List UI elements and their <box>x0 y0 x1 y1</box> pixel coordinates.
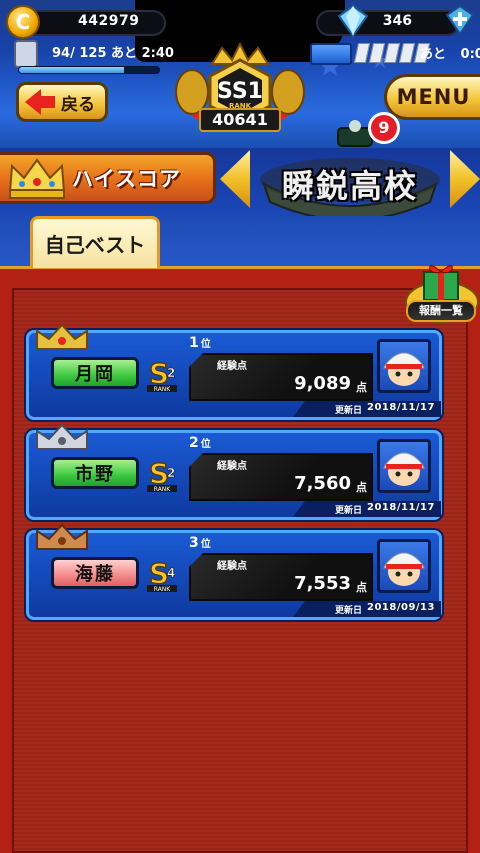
svg-text:4: 4 <box>167 566 175 580</box>
player-avatar-icon <box>383 352 425 386</box>
back-label: 戻る <box>61 94 95 115</box>
score-label: 経験点 <box>217 461 247 472</box>
ticket-timer: 0:00 <box>460 47 480 62</box>
score-value: 9,089 <box>294 373 351 394</box>
avatar[interactable] <box>377 539 431 593</box>
avatar[interactable] <box>377 339 431 393</box>
bronze-crown-icon <box>36 523 88 550</box>
rank-position: 1位 <box>189 335 211 351</box>
ticket-bars <box>353 43 431 63</box>
avatar[interactable] <box>377 439 431 493</box>
score-value: 7,553 <box>294 573 351 594</box>
score-unit: 点 <box>356 481 367 494</box>
score-label: 経験点 <box>217 561 247 572</box>
player-avatar-icon <box>383 452 425 486</box>
score-unit: 点 <box>356 381 367 394</box>
updated-label: 更新日 <box>335 506 363 516</box>
coin-counter: 442979 <box>18 10 166 36</box>
rank-position: 2位 <box>189 435 211 451</box>
reward-list-button[interactable]: 報酬一覧 <box>406 300 476 322</box>
updated-label: 更新日 <box>335 406 363 416</box>
add-gems-icon[interactable] <box>444 4 476 36</box>
silver-crown-icon <box>36 423 88 450</box>
score-value: 7,560 <box>294 473 351 494</box>
crown-icon <box>8 158 66 199</box>
gold-crown-icon <box>36 323 88 350</box>
gem-value: 346 <box>382 13 412 29</box>
player-rank-badge: S 2 RANK <box>147 456 177 493</box>
ticket-icon <box>310 43 352 65</box>
updated-date: 2018/09/13 <box>367 602 435 613</box>
player-name[interactable]: 月岡 <box>51 357 139 389</box>
diamond-icon <box>337 4 369 38</box>
score-box: 経験点 7,560 点 <box>189 453 373 501</box>
stamina-counter: 94/ 125 あと 2:40 <box>14 40 174 68</box>
updated-date: 2018/11/17 <box>367 502 435 513</box>
ticket-counter: あと 0:00 <box>310 40 480 68</box>
ranking-card-3[interactable]: 3位 海藤 S 4 RANK 経験点 7,553 点 更新日 2018/09/1… <box>26 523 442 620</box>
svg-text:RANK: RANK <box>154 486 172 493</box>
stamina-icon <box>14 40 38 68</box>
player-avatar-icon <box>383 552 425 586</box>
svg-text:RANK: RANK <box>154 386 172 393</box>
player-name[interactable]: 市野 <box>51 457 139 489</box>
stamina-bar <box>18 66 160 74</box>
stamina-bar-fill <box>19 67 124 73</box>
updated-date: 2018/11/17 <box>367 402 435 413</box>
rank-grade: SS1 <box>217 79 263 104</box>
school-name-plate: 瞬鋭高校 <box>254 150 446 218</box>
score-label: 経験点 <box>217 361 247 372</box>
menu-button[interactable]: MENU <box>384 74 480 120</box>
stamina-next-label: あと <box>111 46 138 61</box>
svg-text:2: 2 <box>167 466 175 480</box>
stamina-timer: 2:40 <box>141 46 174 61</box>
notification-badge: 9 <box>368 112 400 144</box>
tab-self-best[interactable]: 自己ベスト <box>30 216 160 268</box>
rank-value: 40641 <box>199 108 281 132</box>
school-name: 瞬鋭高校 <box>281 167 418 205</box>
score-unit: 点 <box>356 581 367 594</box>
stamina-text: 94/ 125 あと 2:40 <box>38 42 174 61</box>
ranking-card-1[interactable]: 1位 月岡 S 2 RANK 経験点 9,089 点 更新日 2018/11/1… <box>26 323 442 420</box>
back-arrow-icon <box>25 89 41 115</box>
ticket-next-label: あと <box>420 47 447 62</box>
rank-position: 3位 <box>189 535 211 551</box>
coin-icon: C <box>6 5 40 39</box>
player-rank-badge: S 4 RANK <box>147 556 177 593</box>
updated-label: 更新日 <box>335 606 363 616</box>
stamina-value: 94/ 125 <box>52 46 107 61</box>
player-rank-badge: S 2 RANK <box>147 356 177 393</box>
hiscore-label: ハイスコア <box>72 167 181 191</box>
ticket-text: あと 0:00 <box>420 43 480 62</box>
player-name[interactable]: 海藤 <box>51 557 139 589</box>
score-box: 経験点 7,553 点 <box>189 553 373 601</box>
svg-text:RANK: RANK <box>154 586 172 593</box>
coin-value: 442979 <box>78 13 140 29</box>
back-button[interactable]: 戻る <box>16 82 108 122</box>
score-box: 経験点 9,089 点 <box>189 353 373 401</box>
ranking-card-2[interactable]: 2位 市野 S 2 RANK 経験点 7,560 点 更新日 2018/11/1… <box>26 423 442 520</box>
svg-text:2: 2 <box>167 366 175 380</box>
